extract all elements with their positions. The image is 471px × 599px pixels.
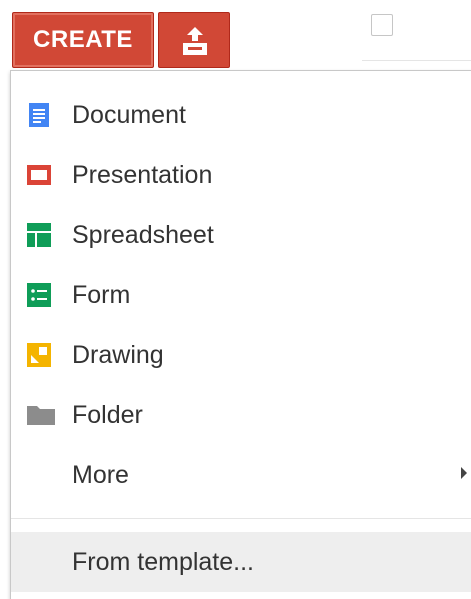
menu-item-document[interactable]: Document (11, 85, 471, 145)
menu-separator (11, 518, 471, 519)
menu-item-spreadsheet[interactable]: Spreadsheet (11, 205, 471, 265)
select-all-checkbox[interactable] (371, 14, 393, 36)
menu-item-label: Presentation (72, 161, 213, 189)
presentation-icon (27, 163, 51, 187)
upload-button[interactable] (158, 12, 230, 68)
menu-item-label: Folder (72, 401, 143, 429)
folder-icon (27, 403, 55, 427)
chevron-right-icon (461, 467, 467, 479)
menu-item-label: Form (72, 281, 131, 309)
menu-item-folder[interactable]: Folder (11, 385, 471, 445)
menu-item-label: Document (72, 101, 186, 129)
toolbar-divider (362, 60, 471, 61)
create-menu: Document Presentation Spreadsheet Form D… (10, 70, 471, 599)
menu-item-from-template[interactable]: From template... (11, 532, 471, 592)
menu-item-label: More (72, 461, 129, 489)
drawing-icon (27, 343, 51, 367)
spreadsheet-icon (27, 223, 51, 247)
menu-item-drawing[interactable]: Drawing (11, 325, 471, 385)
menu-item-label: Drawing (72, 341, 164, 369)
menu-item-presentation[interactable]: Presentation (11, 145, 471, 205)
create-button[interactable]: CREATE (12, 12, 154, 68)
menu-item-label: From template... (72, 548, 254, 576)
document-icon (27, 103, 51, 127)
menu-item-more[interactable]: More (11, 445, 471, 505)
menu-item-form[interactable]: Form (11, 265, 471, 325)
menu-item-label: Spreadsheet (72, 221, 214, 249)
drive-create-menu-screen: CREATE Document Presentation Spreadsheet… (0, 0, 471, 599)
upload-icon (183, 27, 207, 55)
form-icon (27, 283, 51, 307)
